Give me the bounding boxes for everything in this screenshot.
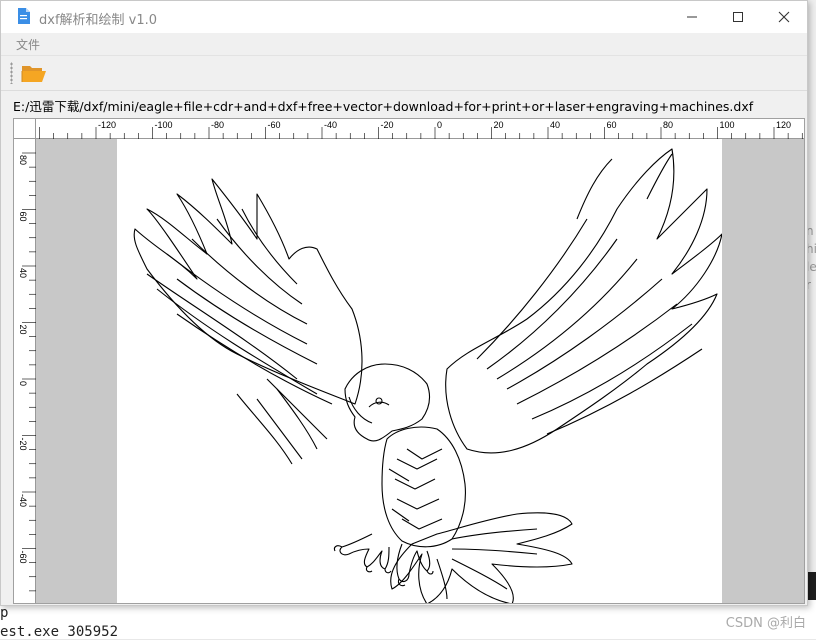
ruler-label: 80 <box>663 120 673 130</box>
toolbar <box>1 55 807 91</box>
drawing-paper <box>117 139 723 603</box>
maximize-icon <box>733 12 743 22</box>
toolbar-grip[interactable] <box>10 62 13 84</box>
ruler-label: -20 <box>18 438 28 451</box>
ruler-label: 80 <box>18 155 28 165</box>
menu-file[interactable]: 文件 <box>16 36 40 53</box>
terminal-line: p <box>0 605 9 621</box>
window-title: dxf解析和绘制 v1.0 <box>39 13 158 28</box>
vertical-ruler-scale: 80 60 40 20 0 -20 -40 -60 <box>18 152 36 592</box>
ruler-label: 20 <box>494 120 504 130</box>
ruler-label: -60 <box>268 120 281 130</box>
ruler-label: 40 <box>18 268 28 278</box>
ruler-label: 40 <box>550 120 560 130</box>
ruler-label: -100 <box>155 120 173 130</box>
title-bar[interactable]: dxf解析和绘制 v1.0 <box>1 1 807 33</box>
ruler-label: 100 <box>720 120 735 130</box>
app-icon <box>18 8 30 24</box>
close-button[interactable] <box>761 1 807 33</box>
ruler-label: 0 <box>18 381 28 386</box>
ruler-label: 20 <box>18 325 28 335</box>
menu-bar: 文件 <box>1 33 807 55</box>
ruler-label: 60 <box>607 120 617 130</box>
drawing-canvas[interactable]: -120 -100 -80 -60 -40 -20 0 20 40 60 80 100 120 80 60… <box>13 118 805 604</box>
ruler-label: -120 <box>98 120 116 130</box>
minimize-icon <box>687 16 697 18</box>
open-file-button[interactable] <box>20 61 48 85</box>
folder-open-icon <box>21 66 46 82</box>
ruler-label: -40 <box>18 494 28 507</box>
file-path-label: E:/迅雷下载/dxf/mini/eagle+file+cdr+and+dxf+… <box>13 99 754 114</box>
ruler-label: 120 <box>776 120 791 130</box>
vertical-ruler: 80 60 40 20 0 -20 -40 -60 <box>14 139 36 603</box>
app-window: dxf解析和绘制 v1.0 文件 E:/迅雷下载/dxf/mini/eagle+… <box>0 0 808 606</box>
maximize-button[interactable] <box>715 1 761 33</box>
ruler-label: -60 <box>18 551 28 564</box>
watermark: CSDN @利白 <box>725 616 806 631</box>
ruler-label: -80 <box>211 120 224 130</box>
ruler-label: -20 <box>381 120 394 130</box>
ruler-label: -40 <box>324 120 337 130</box>
ruler-label: 0 <box>437 120 442 130</box>
ruler-label: 60 <box>18 212 28 222</box>
terminal-line: est.exe 305952 <box>0 624 119 640</box>
eagle-drawing <box>133 148 723 603</box>
close-icon <box>778 11 790 23</box>
minimize-button[interactable] <box>669 1 715 33</box>
horizontal-ruler-scale: -120 -100 -80 -60 -40 -20 0 20 40 60 80 100 120 <box>39 120 803 139</box>
horizontal-ruler: -120 -100 -80 -60 -40 -20 0 20 40 60 80 100 120 <box>36 119 804 139</box>
ruler-corner <box>14 119 36 139</box>
